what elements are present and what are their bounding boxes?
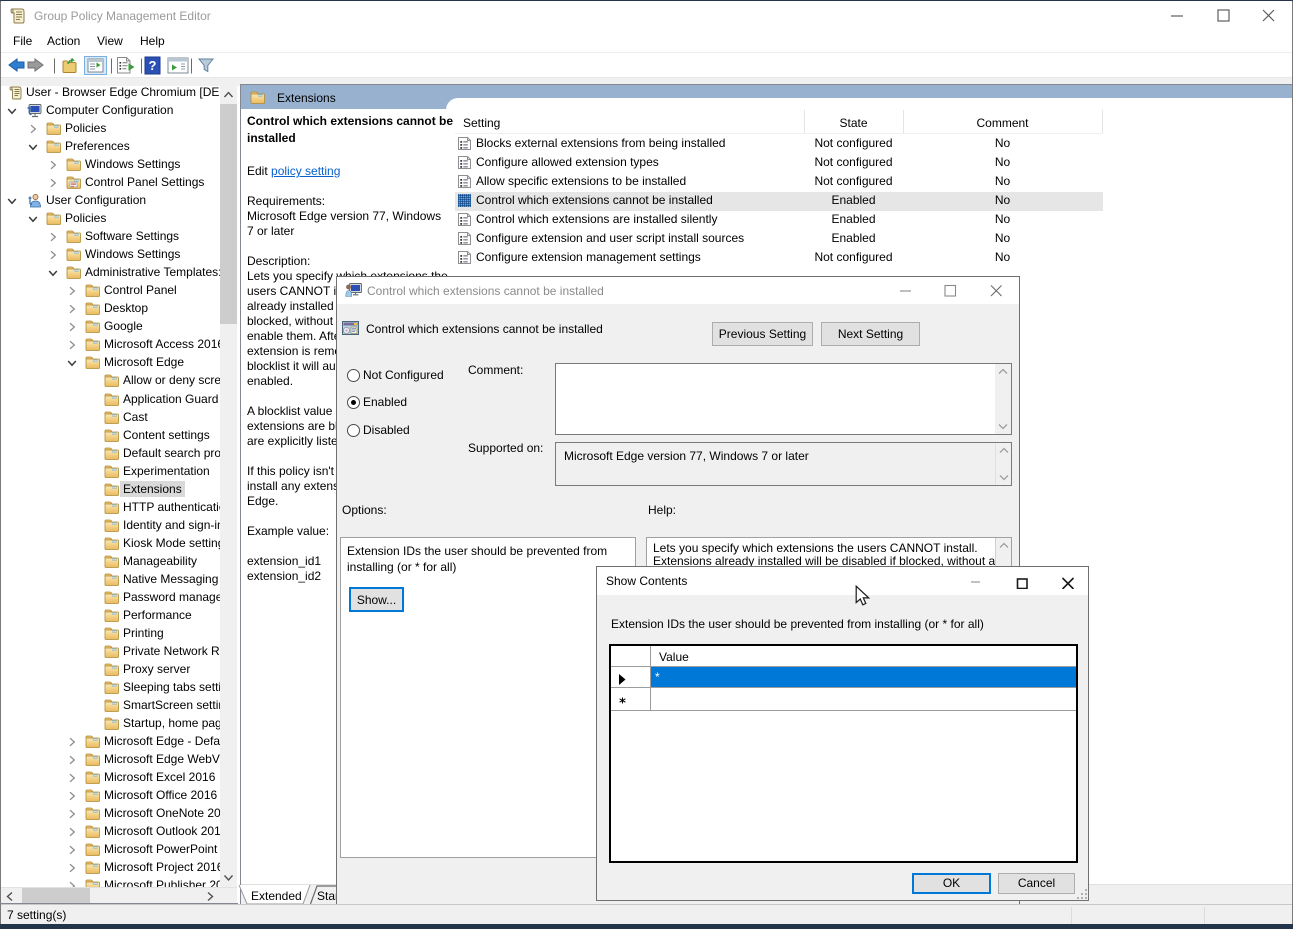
svg-text:?: ? <box>149 58 157 73</box>
